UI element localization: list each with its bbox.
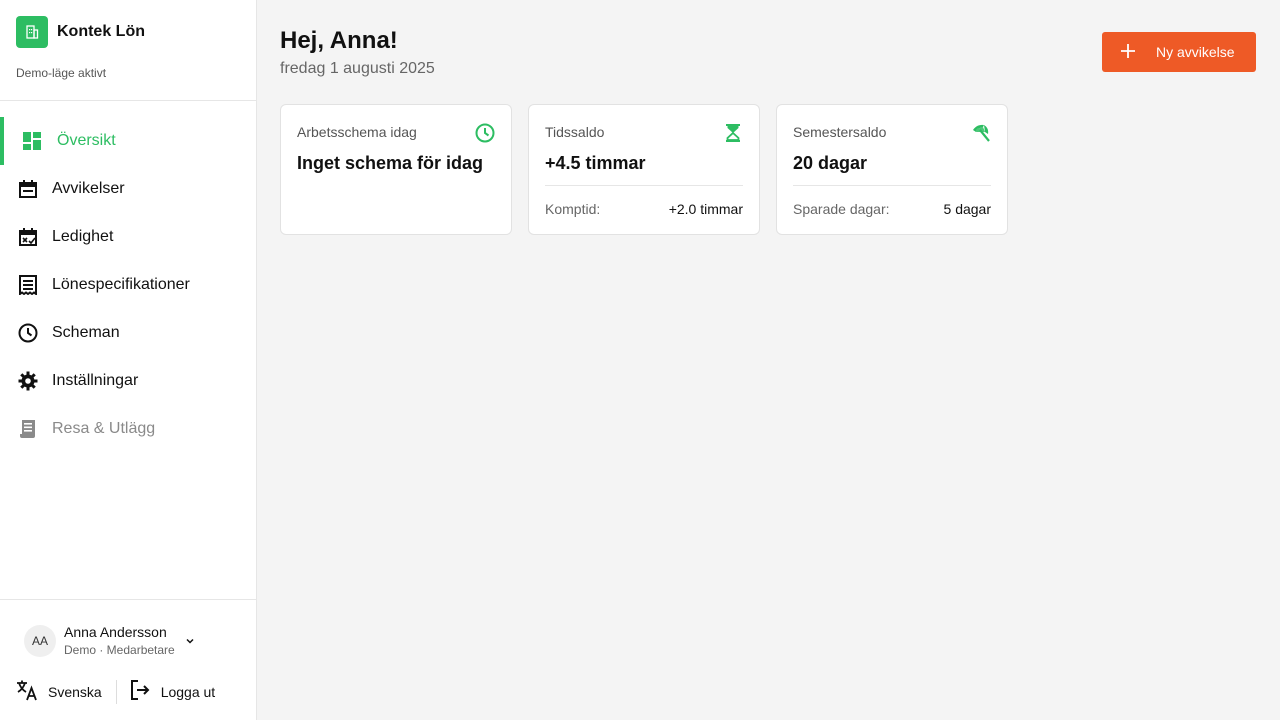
card-divider <box>793 185 991 186</box>
sidebar-footer: Svenska Logga ut <box>16 679 216 706</box>
card-sub-row: Sparade dagar: 5 dagar <box>793 201 991 217</box>
demo-mode-note: Demo-läge aktivt <box>16 66 107 80</box>
avatar: AA <box>24 624 56 657</box>
sidebar-item-ledighet[interactable]: Ledighet <box>0 213 256 261</box>
translate-icon <box>16 679 38 706</box>
language-button[interactable]: Svenska <box>16 679 102 706</box>
sidebar-nav: Översikt Avvikelser Ledighet Lönespecifi… <box>0 117 256 453</box>
card-sub-row: Komptid: +2.0 timmar <box>545 201 743 217</box>
user-info: Anna Andersson Demo · Medarbetare <box>64 624 175 657</box>
logout-label: Logga ut <box>160 684 216 700</box>
card-sub-key: Komptid: <box>545 201 601 217</box>
sidebar: Kontek Lön Demo-läge aktivt Översikt Avv… <box>0 0 257 720</box>
chevron-down-icon[interactable] <box>185 636 195 646</box>
language-label: Svenska <box>48 684 102 700</box>
new-deviation-button[interactable]: Ny avvikelse <box>1102 32 1256 72</box>
card-label: Tidssaldo <box>545 124 605 140</box>
sidebar-item-label: Scheman <box>52 324 120 341</box>
sidebar-item-scheman[interactable]: Scheman <box>0 309 256 357</box>
page-title: Hej, Anna! <box>280 27 398 54</box>
clock-icon <box>18 323 38 343</box>
plus-icon <box>1120 43 1136 62</box>
card-vacation-balance: Semestersaldo 20 dagar Sparade dagar: 5 … <box>776 104 1008 235</box>
sidebar-item-label: Ledighet <box>52 228 114 245</box>
logout-button[interactable]: Logga ut <box>129 679 216 706</box>
footer-separator <box>115 680 117 704</box>
user-menu[interactable]: AA Anna Andersson Demo · Medarbetare <box>24 624 195 657</box>
card-value: +4.5 timmar <box>545 153 646 173</box>
user-name: Anna Andersson <box>64 624 167 640</box>
hourglass-icon <box>723 123 743 143</box>
card-label: Arbetsschema idag <box>297 124 417 140</box>
clock-icon <box>475 123 495 143</box>
gear-icon <box>18 371 38 391</box>
receipt-icon <box>18 275 38 295</box>
sidebar-item-label: Inställningar <box>52 372 139 389</box>
sidebar-item-label: Resa & Utlägg <box>52 420 156 437</box>
app-name: Kontek Lön <box>57 23 145 40</box>
card-value: Inget schema för idag <box>297 153 484 173</box>
card-sub-value: +2.0 timmar <box>668 201 743 217</box>
card-sub-key: Sparade dagar: <box>793 201 890 217</box>
logout-icon <box>129 679 151 706</box>
sidebar-item-installningar[interactable]: Inställningar <box>0 357 256 405</box>
sidebar-item-oversikt[interactable]: Översikt <box>0 117 256 165</box>
brand-logo-icon <box>16 16 48 48</box>
sidebar-item-avvikelser[interactable]: Avvikelser <box>0 165 256 213</box>
card-work-schedule: Arbetsschema idag Inget schema för idag <box>280 104 512 235</box>
calendar-check-icon <box>18 227 38 247</box>
document-icon <box>18 419 38 439</box>
card-divider <box>545 185 743 186</box>
sidebar-item-label: Översikt <box>57 132 116 149</box>
card-sub-value: 5 dagar <box>943 201 991 217</box>
dashboard-icon <box>22 131 42 151</box>
sidebar-item-lonespecifikationer[interactable]: Lönespecifikationer <box>0 261 256 309</box>
current-date: fredag 1 augusti 2025 <box>280 60 435 77</box>
sidebar-item-label: Lönespecifikationer <box>52 276 190 293</box>
sidebar-divider <box>0 100 256 101</box>
card-time-balance: Tidssaldo +4.5 timmar Komptid: +2.0 timm… <box>528 104 760 235</box>
new-deviation-label: Ny avvikelse <box>1156 44 1235 60</box>
card-label: Semestersaldo <box>793 124 887 140</box>
sidebar-item-resa-utlagg[interactable]: Resa & Utlägg <box>0 405 256 453</box>
brand[interactable]: Kontek Lön <box>16 16 145 48</box>
calendar-event-icon <box>18 179 38 199</box>
card-value: 20 dagar <box>793 153 868 173</box>
beach-umbrella-icon <box>971 123 991 143</box>
sidebar-divider <box>0 599 256 600</box>
user-role: Demo · Medarbetare <box>64 643 175 657</box>
active-indicator <box>0 117 4 165</box>
sidebar-item-label: Avvikelser <box>52 180 125 197</box>
